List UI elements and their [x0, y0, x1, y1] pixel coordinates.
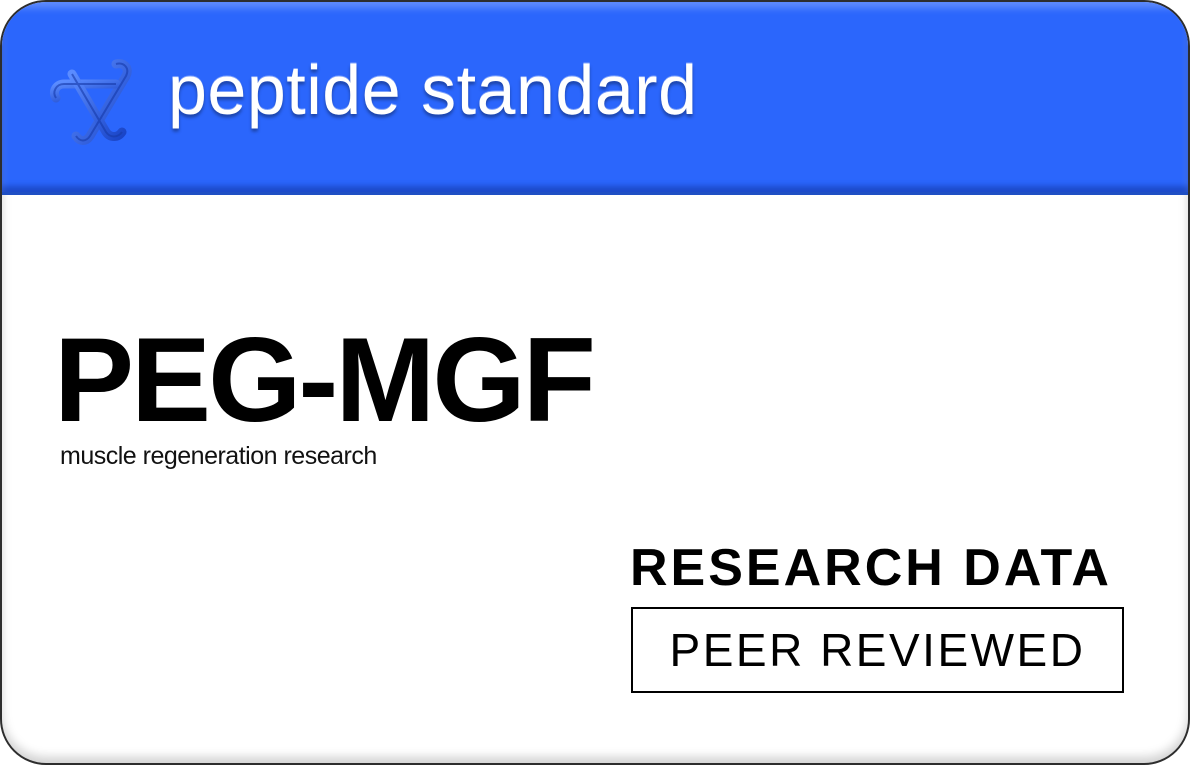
product-card: peptide standard PEG-MGF muscle regenera… — [0, 0, 1190, 765]
peer-reviewed-badge: PEER REVIEWED — [631, 607, 1124, 693]
triangle-knot-logo-icon — [46, 54, 138, 150]
product-name: PEG-MGF — [54, 313, 596, 447]
brand-name: peptide standard — [168, 51, 698, 129]
product-subtitle: muscle regeneration research — [60, 442, 377, 470]
research-data-label: RESEARCH DATA — [630, 539, 1112, 597]
peer-reviewed-label: PEER REVIEWED — [669, 624, 1086, 676]
brand-header: peptide standard — [2, 2, 1188, 195]
